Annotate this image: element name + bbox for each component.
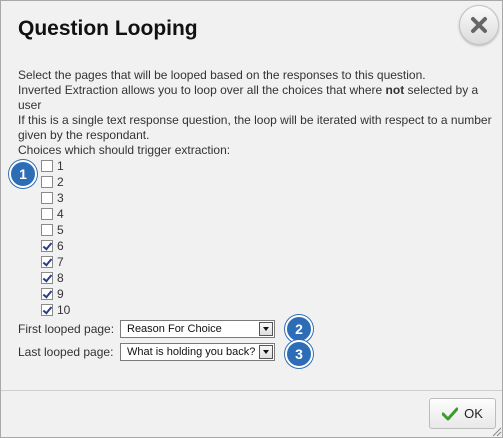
select-value: Reason For Choice [127, 323, 222, 335]
choice-item: 4 [41, 206, 70, 222]
emphasis-not: not [385, 83, 405, 97]
choice-checkbox-2[interactable] [41, 176, 53, 188]
choice-checkbox-8[interactable] [41, 272, 53, 284]
choice-checkbox-1[interactable] [41, 160, 53, 172]
choice-item: 3 [41, 190, 70, 206]
first-looped-page-select[interactable]: Reason For Choice [120, 320, 275, 338]
choice-item: 5 [41, 222, 70, 238]
choice-label: 4 [57, 207, 64, 221]
footer-divider [1, 390, 502, 391]
choice-label: 9 [57, 287, 64, 301]
choice-label: 7 [57, 255, 64, 269]
choice-label: 8 [57, 271, 64, 285]
choice-item: 6 [41, 238, 70, 254]
choice-checkbox-6[interactable] [41, 240, 53, 252]
choice-label: 10 [57, 303, 71, 317]
choice-label: 6 [57, 239, 64, 253]
first-looped-page-label: First looped page: [18, 322, 115, 336]
callout-badge-3: 3 [285, 340, 313, 368]
close-button[interactable] [459, 5, 499, 45]
chevron-down-icon [259, 322, 273, 336]
callout-badge-1: 1 [9, 160, 37, 188]
choice-item: 7 [41, 254, 70, 270]
instruction-line: Select the pages that will be looped bas… [18, 68, 426, 82]
choice-label: 1 [57, 159, 64, 173]
dialog-title: Question Looping [18, 17, 198, 40]
choice-item: 8 [41, 270, 70, 286]
close-icon [471, 17, 487, 33]
choice-item: 2 [41, 174, 70, 190]
choice-checkbox-5[interactable] [41, 224, 53, 236]
choice-label: 5 [57, 223, 64, 237]
choice-checkbox-10[interactable] [41, 304, 53, 316]
choice-checkbox-4[interactable] [41, 208, 53, 220]
ok-label: OK [464, 406, 483, 421]
instructions-text: Select the pages that will be looped bas… [18, 68, 493, 158]
checkmark-icon [442, 407, 459, 420]
question-looping-dialog: Question Looping Select the pages that w… [0, 0, 503, 438]
resize-grip-icon[interactable] [490, 425, 502, 437]
choice-item: 10 [41, 302, 70, 318]
choices-list: 1 2 3 4 5 6 7 8 9 10 [41, 158, 70, 318]
select-value: What is holding you back? [127, 346, 256, 358]
choice-item: 9 [41, 286, 70, 302]
last-looped-page-select[interactable]: What is holding you back? [120, 343, 275, 361]
choice-checkbox-3[interactable] [41, 192, 53, 204]
callout-badge-2: 2 [285, 315, 313, 343]
chevron-down-icon [259, 345, 273, 359]
choice-label: 2 [57, 175, 64, 189]
choice-label: 3 [57, 191, 64, 205]
choice-item: 1 [41, 158, 70, 174]
ok-button[interactable]: OK [429, 398, 496, 429]
choice-checkbox-9[interactable] [41, 288, 53, 300]
choices-heading: Choices which should trigger extraction: [18, 143, 231, 157]
choice-checkbox-7[interactable] [41, 256, 53, 268]
instruction-line: Inverted Extraction allows you to loop o… [18, 83, 479, 112]
instruction-line: If this is a single text response questi… [18, 113, 492, 142]
last-looped-page-label: Last looped page: [18, 345, 114, 359]
